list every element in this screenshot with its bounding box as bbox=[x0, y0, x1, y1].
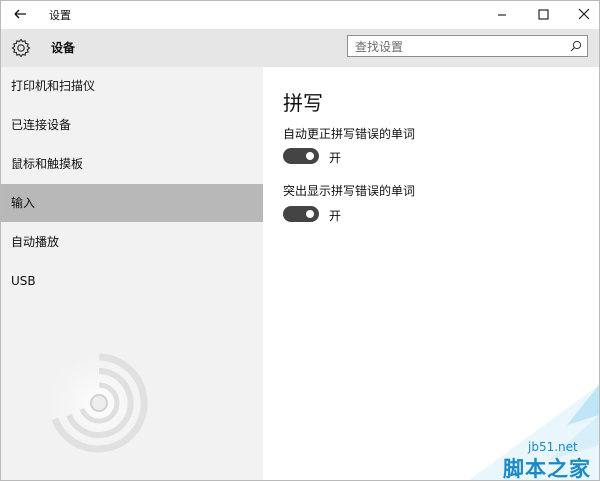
watermark-brand: 脚本之家 bbox=[503, 457, 591, 481]
sidebar-item-label: 已连接设备 bbox=[11, 118, 72, 132]
toggle-highlight[interactable] bbox=[283, 206, 319, 222]
minimize-icon[interactable] bbox=[485, 3, 519, 25]
section-title: 拼写 bbox=[283, 91, 323, 115]
sidebar-item-label: 输入 bbox=[11, 196, 36, 210]
gear-icon bbox=[11, 38, 31, 58]
decorative-swirl-graphic bbox=[39, 343, 159, 463]
toggle-knob bbox=[306, 152, 314, 160]
sidebar-item-typing[interactable]: 输入 bbox=[1, 184, 263, 222]
search-icon[interactable] bbox=[570, 40, 582, 52]
search-input[interactable] bbox=[348, 37, 565, 57]
header-bar: 设备 bbox=[1, 29, 599, 67]
toggle-state-autocorrect: 开 bbox=[329, 151, 342, 165]
sidebar-item-label: 打印机和扫描仪 bbox=[11, 79, 96, 93]
page-title: 设备 bbox=[51, 41, 76, 55]
toggle-state-highlight: 开 bbox=[329, 209, 342, 223]
close-icon[interactable] bbox=[567, 3, 600, 25]
toggle-autocorrect[interactable] bbox=[283, 148, 319, 164]
back-arrow-icon[interactable] bbox=[9, 4, 31, 24]
search-box[interactable] bbox=[347, 35, 588, 57]
settings-window: 设置 设备 打印机和扫描仪 bbox=[0, 0, 600, 481]
sidebar: 打印机和扫描仪 已连接设备 鼠标和触摸板 输入 自动播放 USB bbox=[1, 67, 263, 480]
sidebar-item-label: 鼠标和触摸板 bbox=[11, 157, 84, 171]
sidebar-item-printers-scanners[interactable]: 打印机和扫描仪 bbox=[1, 67, 263, 105]
sidebar-item-connected-devices[interactable]: 已连接设备 bbox=[1, 106, 263, 144]
window-title: 设置 bbox=[49, 9, 71, 22]
setting-label-autocorrect: 自动更正拼写错误的单词 bbox=[283, 127, 416, 141]
sidebar-item-mouse-touchpad[interactable]: 鼠标和触摸板 bbox=[1, 145, 263, 183]
maximize-icon[interactable] bbox=[526, 3, 560, 25]
setting-label-highlight: 突出显示拼写错误的单词 bbox=[283, 184, 416, 198]
toggle-knob bbox=[306, 210, 314, 218]
title-bar: 设置 bbox=[1, 1, 599, 29]
sidebar-item-usb[interactable]: USB bbox=[1, 262, 263, 300]
sidebar-item-label: 自动播放 bbox=[11, 235, 60, 249]
sidebar-item-autoplay[interactable]: 自动播放 bbox=[1, 223, 263, 261]
watermark-url: jb51.net bbox=[528, 440, 578, 454]
sidebar-item-label: USB bbox=[11, 274, 36, 288]
